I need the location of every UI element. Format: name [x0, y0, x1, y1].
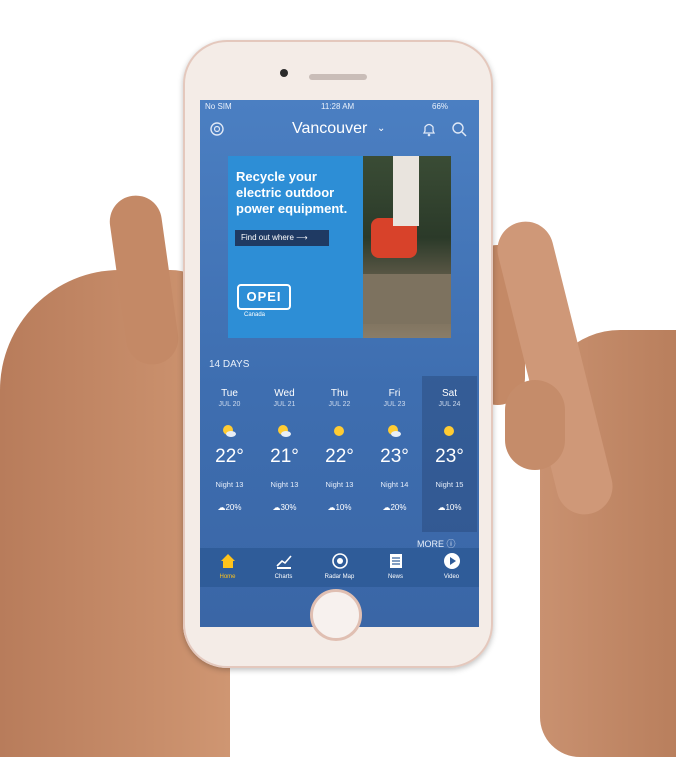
day-date: JUL 21 [273, 401, 296, 408]
tab-video[interactable]: Video [424, 550, 479, 586]
day-temperature: 23° [380, 446, 409, 467]
forecast-day[interactable]: Tue JUL 20 22° Night 13 ☁20% [202, 376, 257, 532]
forecast-section-title: 14 DAYS [209, 359, 250, 370]
tab-label: Radar Map [324, 574, 355, 580]
carrier: No SIM [205, 102, 232, 111]
precip-value: 10% [445, 503, 462, 512]
day-temperature: 21° [270, 446, 299, 467]
tab-label: News [387, 574, 403, 580]
day-date: JUL 23 [383, 401, 406, 408]
chevron-down-icon[interactable]: ⌄ [377, 123, 385, 134]
day-name: Fri [388, 388, 401, 399]
night-temperature: Night 13 [215, 480, 244, 489]
sun-cloud-icon [388, 425, 401, 437]
person-arm [393, 156, 419, 226]
tab-label: Charts [274, 574, 293, 580]
right-thumb [505, 380, 565, 470]
day-name: Wed [274, 388, 295, 399]
sun-cloud-icon [278, 425, 291, 437]
ad-cta-button[interactable]: Find out where ⟶ [235, 230, 329, 246]
log-shape [363, 274, 451, 324]
earpiece [309, 74, 367, 80]
home-button[interactable] [310, 589, 362, 641]
advertisement-banner[interactable]: Recycle your electric outdoor power equi… [228, 156, 451, 338]
forecast-day[interactable]: Thu JUL 22 22° Night 13 ☁10% [312, 376, 367, 532]
night-temperature: Night 13 [270, 480, 299, 489]
forecast-strip[interactable]: Tue JUL 20 22° Night 13 ☁20% Wed JUL 21 … [200, 376, 479, 532]
day-temperature: 23° [435, 446, 464, 467]
precip-chance: ☁20% [202, 503, 257, 512]
tab-home[interactable]: Home [200, 550, 255, 586]
precip-value: 20% [225, 503, 242, 512]
news-icon [390, 554, 402, 568]
bottom-tab-bar: Home Charts Radar Map News Video [200, 548, 479, 587]
chainsaw-photo [363, 156, 451, 338]
precip-chance: ☁30% [257, 503, 312, 512]
day-temperature: 22° [325, 446, 354, 467]
phone: No SIM 11:28 AM 66% Vancouver ⌄ Recycle … [183, 40, 493, 668]
night-temperature: Night 15 [435, 480, 464, 489]
app-screen: No SIM 11:28 AM 66% Vancouver ⌄ Recycle … [200, 100, 479, 627]
app-header: Vancouver ⌄ [200, 116, 479, 146]
tab-news[interactable]: News [368, 550, 423, 586]
status-bar: No SIM 11:28 AM 66% [200, 100, 479, 114]
play-icon [444, 553, 460, 569]
sun-icon [334, 426, 344, 436]
tab-radar-map[interactable]: Radar Map [312, 550, 367, 586]
precip-value: 20% [390, 503, 407, 512]
night-temperature: Night 14 [380, 480, 409, 489]
bell-icon[interactable] [420, 120, 438, 138]
logo-subtext: Canada [244, 312, 266, 318]
sun-icon [444, 426, 454, 436]
search-icon[interactable] [450, 120, 468, 138]
day-name: Sat [441, 388, 457, 399]
sun-cloud-icon [223, 425, 236, 437]
day-name: Thu [330, 388, 349, 399]
battery-level: 66% [432, 102, 449, 111]
day-temperature: 22° [215, 446, 244, 467]
chart-icon [276, 555, 292, 569]
precip-value: 10% [335, 503, 352, 512]
forecast-day[interactable]: Fri JUL 23 23° Night 14 ☁20% [367, 376, 422, 532]
clock: 11:28 AM [321, 102, 355, 111]
forecast-day[interactable]: Sat JUL 24 23° Night 15 ☁10% [422, 376, 477, 532]
front-camera [280, 69, 288, 77]
tab-label: Video [443, 574, 460, 580]
day-name: Tue [221, 388, 238, 399]
radar-icon [332, 553, 348, 569]
day-date: JUL 24 [438, 401, 461, 408]
day-date: JUL 20 [218, 401, 241, 408]
precip-chance: ☁10% [422, 503, 477, 512]
gear-icon[interactable] [208, 120, 226, 138]
night-temperature: Night 13 [325, 480, 354, 489]
opei-logo: OPEI [237, 284, 291, 310]
tab-charts[interactable]: Charts [256, 550, 311, 586]
forecast-day[interactable]: Wed JUL 21 21° Night 13 ☁30% [257, 376, 312, 532]
city-selector[interactable]: Vancouver [292, 120, 367, 138]
precip-chance: ☁10% [312, 503, 367, 512]
ad-headline: Recycle your electric outdoor power equi… [236, 169, 348, 216]
precip-chance: ☁20% [367, 503, 422, 512]
precip-value: 30% [280, 503, 297, 512]
tab-label: Home [219, 574, 236, 580]
home-icon [221, 554, 235, 568]
day-date: JUL 22 [328, 401, 351, 408]
